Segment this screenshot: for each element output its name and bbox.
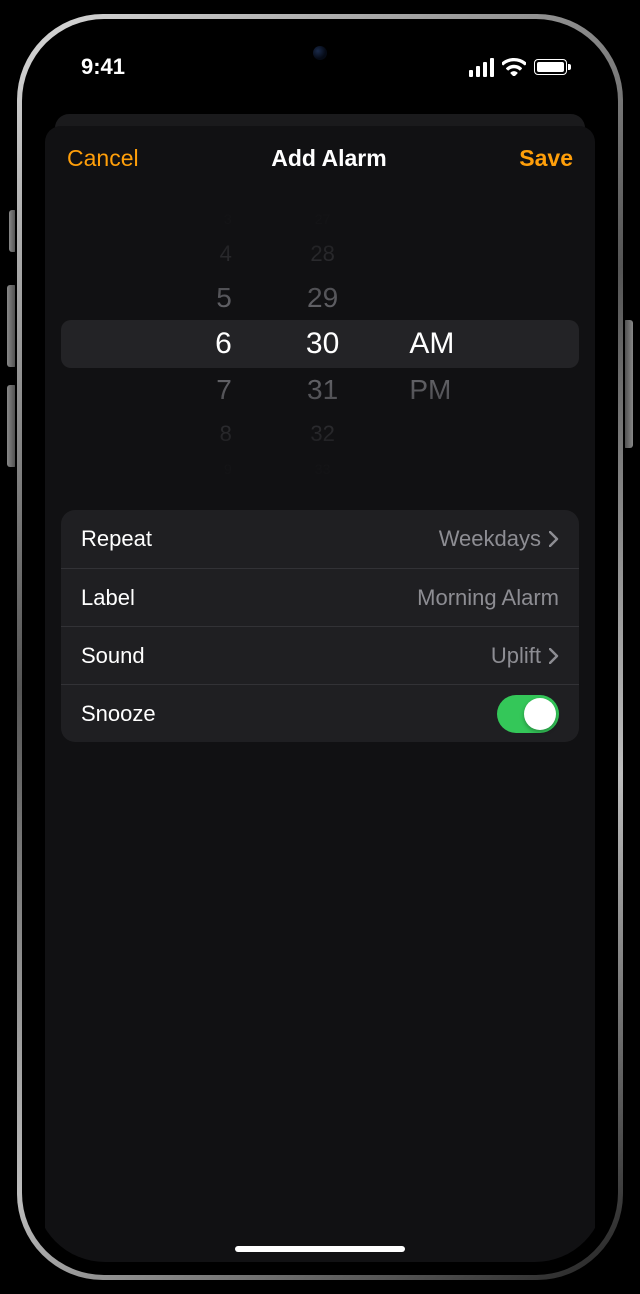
label-label: Label <box>81 585 135 611</box>
phone-frame: 9:41 Cancel Add Alarm Save <box>17 14 623 1280</box>
alarm-settings-list: Repeat Weekdays Label Morning Alarm <box>61 510 579 742</box>
minute-option[interactable]: 33 <box>258 445 388 493</box>
hour-option[interactable]: 5 <box>61 274 258 322</box>
minute-wheel[interactable]: 27 28 29 30 31 32 33 <box>258 194 388 494</box>
volume-down-button[interactable] <box>7 385 17 467</box>
cellular-signal-icon <box>469 58 495 77</box>
snooze-switch[interactable] <box>497 695 559 733</box>
sound-value: Uplift <box>491 643 541 669</box>
wifi-icon <box>502 58 526 76</box>
cancel-button[interactable]: Cancel <box>67 145 139 172</box>
hour-option[interactable]: 7 <box>61 366 258 414</box>
repeat-value: Weekdays <box>439 526 541 552</box>
battery-icon <box>534 59 567 75</box>
ampm-option[interactable]: PM <box>387 366 579 414</box>
home-indicator[interactable] <box>235 1246 405 1252</box>
nav-bar: Cancel Add Alarm Save <box>45 126 595 190</box>
add-alarm-sheet: Cancel Add Alarm Save 3 4 5 6 7 8 <box>45 126 595 1262</box>
time-picker[interactable]: 3 4 5 6 7 8 9 27 28 29 30 <box>61 194 579 494</box>
minute-option[interactable]: 29 <box>258 274 388 322</box>
page-title: Add Alarm <box>271 145 386 172</box>
hour-option[interactable]: 4 <box>61 230 258 278</box>
power-button[interactable] <box>623 320 633 448</box>
minute-selected[interactable]: 30 <box>258 320 388 368</box>
chevron-right-icon <box>549 531 559 547</box>
sound-cell[interactable]: Sound Uplift <box>61 626 579 684</box>
ampm-selected[interactable]: AM <box>387 320 579 368</box>
snooze-cell: Snooze <box>61 684 579 742</box>
minute-option[interactable]: 31 <box>258 366 388 414</box>
chevron-right-icon <box>549 648 559 664</box>
screen: 9:41 Cancel Add Alarm Save <box>35 32 605 1262</box>
ampm-wheel[interactable]: AM PM <box>387 194 579 494</box>
notch <box>215 32 425 74</box>
hour-selected[interactable]: 6 <box>61 320 258 368</box>
status-time: 9:41 <box>81 54 125 80</box>
volume-up-button[interactable] <box>7 285 17 367</box>
sound-label: Sound <box>81 643 145 669</box>
hour-option[interactable]: 9 <box>61 445 258 493</box>
label-value: Morning Alarm <box>417 585 559 611</box>
repeat-label: Repeat <box>81 526 152 552</box>
repeat-cell[interactable]: Repeat Weekdays <box>61 510 579 568</box>
minute-option[interactable]: 28 <box>258 230 388 278</box>
mute-switch[interactable] <box>9 210 17 252</box>
save-button[interactable]: Save <box>519 145 573 172</box>
hour-wheel[interactable]: 3 4 5 6 7 8 9 <box>61 194 258 494</box>
label-cell[interactable]: Label Morning Alarm <box>61 568 579 626</box>
snooze-label: Snooze <box>81 701 156 727</box>
